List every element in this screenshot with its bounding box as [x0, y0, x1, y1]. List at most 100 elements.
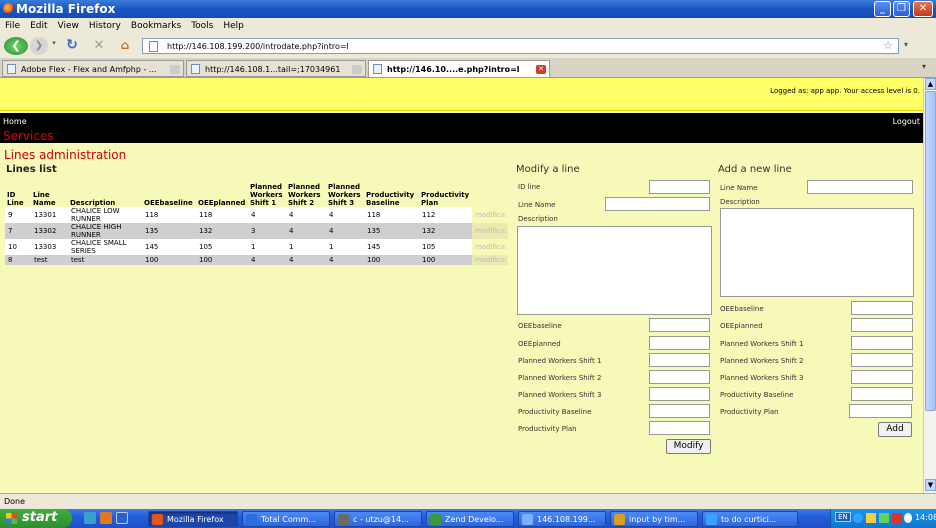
- taskbar-firefox[interactable]: Mozilla Firefox: [148, 511, 238, 527]
- modify-link[interactable]: modifica: [472, 239, 509, 255]
- quicklaunch-desktop-icon[interactable]: [84, 512, 96, 524]
- total-commander-icon: [246, 514, 257, 525]
- scrollbar-thumb[interactable]: [925, 91, 936, 411]
- language-indicator[interactable]: EN: [835, 512, 851, 522]
- tab-page-icon: [191, 64, 200, 74]
- col-header: Planned Workers Shift 1: [250, 183, 283, 207]
- modify-prod-baseline-input[interactable]: [649, 404, 710, 418]
- menu-bookmarks[interactable]: Bookmarks: [126, 18, 186, 31]
- modify-link[interactable]: modifica: [472, 207, 509, 223]
- modify-button[interactable]: Modify: [666, 439, 711, 454]
- url-input[interactable]: http://146.108.199.200/introdate.php?int…: [142, 38, 899, 54]
- tab-introdate[interactable]: http://146.10....e.php?intro=l ✕: [368, 60, 550, 77]
- window-title: Mozilla Firefox: [16, 2, 116, 16]
- tab-detail[interactable]: http://146.108.1...tail=;17034961: [186, 60, 366, 77]
- search-dropdown-icon[interactable]: ▾: [904, 40, 932, 49]
- start-button[interactable]: start: [0, 509, 72, 528]
- stop-icon[interactable]: ✕: [90, 37, 108, 55]
- menu-file[interactable]: File: [0, 18, 25, 31]
- add-shift1-input[interactable]: [851, 336, 913, 350]
- windows-logo-icon: [6, 513, 17, 524]
- add-prod-baseline-input[interactable]: [851, 387, 913, 401]
- modify-link[interactable]: modifica: [472, 255, 509, 265]
- modify-prod-plan-input[interactable]: [649, 421, 710, 435]
- add-field-label: Productivity Plan: [720, 408, 779, 416]
- safely-remove-icon[interactable]: [879, 513, 889, 523]
- forward-button[interactable]: ❯: [30, 37, 48, 55]
- cell: 100: [364, 255, 419, 265]
- tab-close-icon[interactable]: [170, 65, 180, 74]
- modify-shift1-input[interactable]: [649, 353, 710, 367]
- logout-link[interactable]: Logout: [893, 117, 920, 126]
- cell: 118: [142, 207, 196, 223]
- taskbar-label: Zend Develo...: [445, 515, 504, 524]
- tab-close-icon[interactable]: ✕: [536, 65, 546, 74]
- close-window-button[interactable]: ✕: [913, 1, 933, 17]
- tab-close-icon[interactable]: [352, 65, 362, 74]
- quicklaunch-explorer-icon[interactable]: [100, 512, 112, 524]
- modify-shift2-input[interactable]: [649, 370, 710, 384]
- vertical-scrollbar[interactable]: ▲ ▼: [923, 78, 936, 493]
- col-header: Planned Workers Shift 2: [288, 183, 321, 207]
- cell: 3: [248, 223, 286, 239]
- network-icon[interactable]: [853, 513, 863, 523]
- taskbar-total-commander[interactable]: Total Comm...: [242, 511, 330, 527]
- scroll-down-icon[interactable]: ▼: [925, 479, 936, 491]
- modify-field-label: OEEbaseline: [518, 322, 562, 330]
- col-header: Productivity Plan: [421, 191, 470, 207]
- antivirus-icon[interactable]: [892, 513, 902, 523]
- history-dropdown-icon[interactable]: ▾: [50, 39, 58, 53]
- system-tray: EN 14:08: [830, 509, 936, 528]
- tab-list-icon[interactable]: ▾: [922, 62, 926, 71]
- tab-adobe-flex[interactable]: Adobe Flex - Flex and Amfphp - ...: [2, 60, 184, 77]
- add-oeebaseline-input[interactable]: [851, 301, 913, 315]
- cell: test: [68, 255, 142, 265]
- scroll-up-icon[interactable]: ▲: [925, 78, 936, 90]
- taskbar-input-by-time[interactable]: input by tim...: [610, 511, 698, 527]
- taskbar-terminal[interactable]: c - utzu@14...: [334, 511, 422, 527]
- reload-icon[interactable]: ↻: [63, 37, 81, 55]
- add-prod-plan-input[interactable]: [849, 404, 912, 418]
- cell: 112: [419, 207, 472, 223]
- table-header-row: ID Line Line Name Description OEEbaselin…: [5, 177, 508, 207]
- cell: 145: [142, 239, 196, 255]
- menu-history[interactable]: History: [84, 18, 126, 31]
- menu-view[interactable]: View: [53, 18, 84, 31]
- cell: 1: [248, 239, 286, 255]
- home-link[interactable]: Home: [3, 117, 27, 126]
- taskbar-zend[interactable]: Zend Develo...: [426, 511, 514, 527]
- cell: 1: [326, 239, 364, 255]
- modify-name-input[interactable]: [605, 197, 710, 211]
- add-oeeplanned-input[interactable]: [851, 318, 913, 332]
- add-button[interactable]: Add: [878, 422, 912, 437]
- taskbar-todo[interactable]: to do curtici...: [702, 511, 798, 527]
- page-icon: [149, 41, 158, 52]
- star-icon[interactable]: ☆: [883, 39, 893, 52]
- home-icon[interactable]: ⌂: [116, 37, 134, 55]
- modify-shift3-input[interactable]: [649, 387, 710, 401]
- add-name-input[interactable]: [807, 180, 913, 194]
- add-shift2-input[interactable]: [851, 353, 913, 367]
- tab-page-icon: [373, 64, 382, 74]
- modify-desc-textarea[interactable]: [517, 226, 712, 315]
- add-shift3-input[interactable]: [851, 370, 913, 384]
- menu-tools[interactable]: Tools: [186, 18, 218, 31]
- cell: 4: [326, 207, 364, 223]
- modify-oeeplanned-input[interactable]: [649, 336, 710, 350]
- cell: 135: [364, 223, 419, 239]
- back-button[interactable]: ❮: [4, 37, 28, 55]
- menu-help[interactable]: Help: [218, 18, 249, 31]
- quicklaunch-save-icon[interactable]: [116, 512, 128, 524]
- taskbar-remote-desktop[interactable]: 146.108.199...: [518, 511, 606, 527]
- modify-id-input[interactable]: [649, 180, 710, 194]
- add-desc-textarea[interactable]: [720, 208, 914, 297]
- modify-link[interactable]: modifica: [472, 223, 509, 239]
- menu-edit[interactable]: Edit: [25, 18, 52, 31]
- navigation-toolbar: ❮ ❯ ▾ ↻ ✕ ⌂ http://146.108.199.200/intro…: [0, 34, 936, 58]
- maximize-button[interactable]: ❐: [893, 1, 910, 17]
- modify-oeebaseline-input[interactable]: [649, 318, 710, 332]
- volume-icon[interactable]: [904, 513, 912, 523]
- modify-field-label: Planned Workers Shift 2: [518, 374, 602, 382]
- minimize-button[interactable]: _: [874, 1, 891, 17]
- messenger-icon[interactable]: [866, 513, 876, 523]
